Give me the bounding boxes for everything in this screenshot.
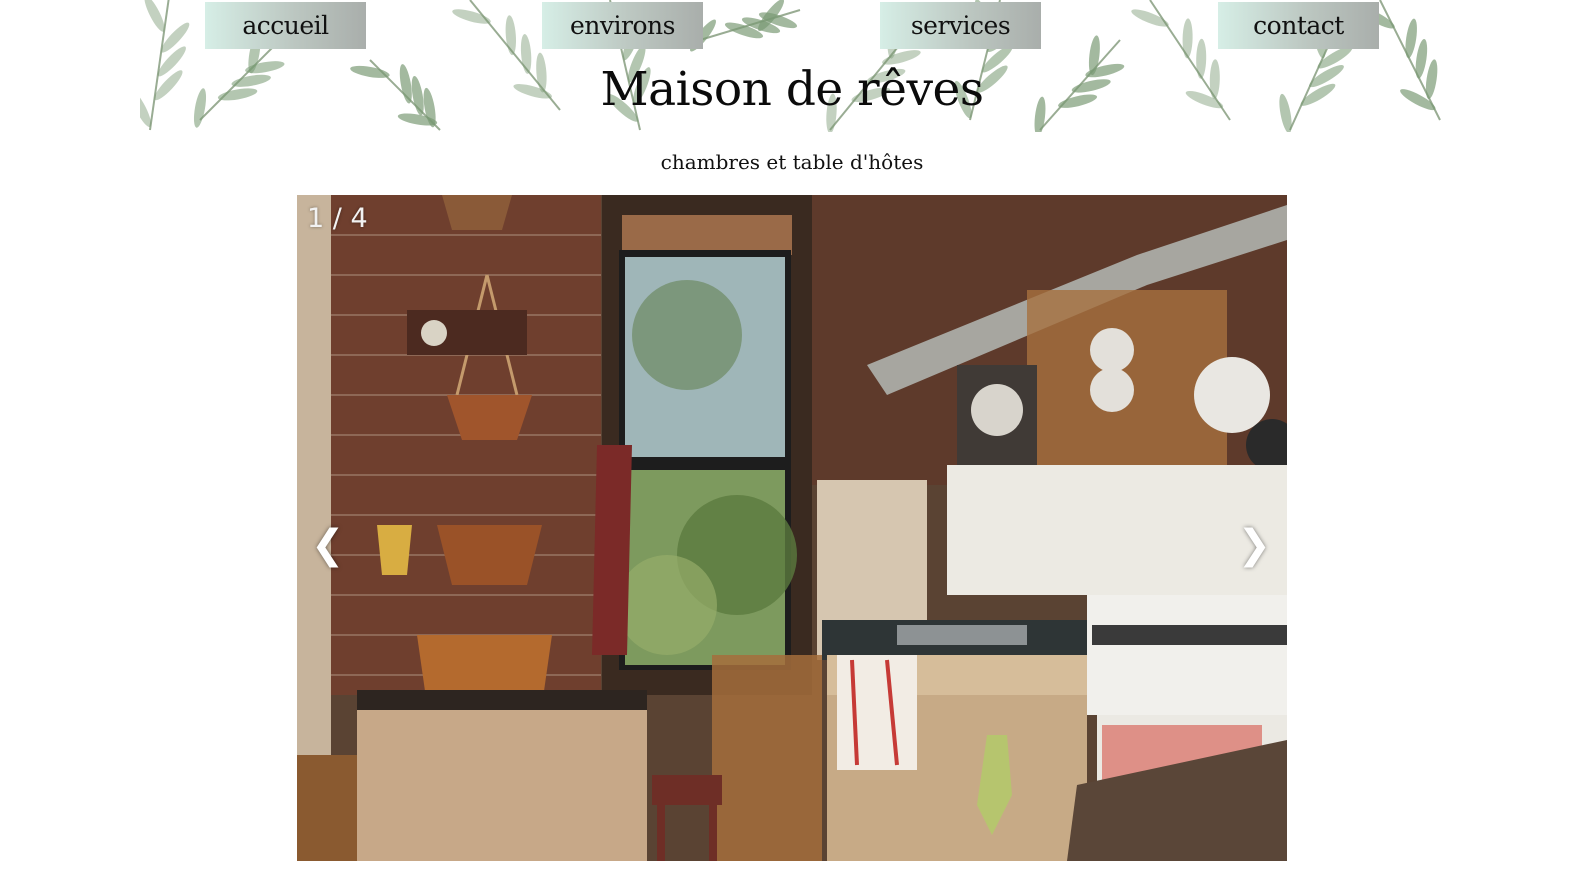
nav-accueil-button[interactable]: accueil: [205, 2, 366, 49]
site-title: Maison de rêves: [600, 62, 984, 117]
site-header: accueil environs services contact Maison…: [140, 0, 1444, 132]
chevron-right-icon[interactable]: ❯: [1237, 525, 1271, 565]
kitchen-photo: [297, 195, 1287, 861]
slide-counter: 1 / 4: [307, 203, 368, 234]
leaf-sprig: [689, 0, 801, 52]
nav-environs-button[interactable]: environs: [542, 2, 703, 49]
slideshow: 1 / 4 ❮ ❯: [297, 195, 1287, 861]
site-subtitle: chambres et table d'hôtes: [660, 150, 924, 174]
chevron-left-icon[interactable]: ❮: [311, 525, 345, 565]
nav-contact-button[interactable]: contact: [1218, 2, 1379, 49]
nav-services-button[interactable]: services: [880, 2, 1041, 49]
